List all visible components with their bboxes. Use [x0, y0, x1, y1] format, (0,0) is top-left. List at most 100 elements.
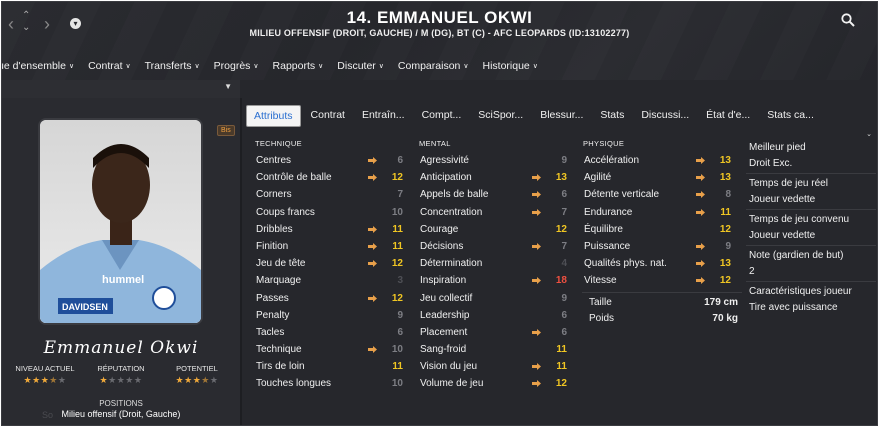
attribute-row[interactable]: Agilité 13 — [580, 169, 735, 186]
attribute-row[interactable]: Agressivité 9 — [416, 152, 571, 169]
attribute-row[interactable]: Penalty 9 — [252, 307, 407, 324]
menu-item[interactable]: Discuter ∨ — [337, 60, 384, 76]
tab-6[interactable]: Stats — [593, 105, 631, 127]
attribute-row[interactable]: Contrôle de balle 12 — [252, 169, 407, 186]
attribute-value: 12 — [391, 258, 403, 270]
detail-block: Temps de jeu réel Joueur vedette — [746, 176, 876, 210]
trend-arrow-icon — [368, 174, 377, 182]
menu-item[interactable]: Rapports ∨ — [273, 60, 324, 76]
attribute-row[interactable]: Jeu collectif 9 — [416, 290, 571, 307]
attribute-label: Décisions — [420, 240, 464, 252]
attribute-row[interactable]: Anticipation 13 — [416, 169, 571, 186]
menu-item[interactable]: Historique ∨ — [483, 60, 538, 76]
collapse-chevron-icon[interactable]: ▼ — [224, 82, 232, 91]
menu-item[interactable]: Contrat ∨ — [88, 60, 131, 76]
attribute-row[interactable]: Corners 7 — [252, 186, 407, 203]
chevron-down-icon: ∨ — [68, 63, 75, 70]
attribute-row[interactable]: Puissance 9 — [580, 238, 735, 255]
attribute-value: 12 — [719, 275, 731, 287]
attribute-row[interactable]: Leadership 6 — [416, 307, 571, 324]
player-signature: Emmanuel Okwi — [43, 338, 199, 358]
attribute-row[interactable]: Touches longues 10 — [252, 375, 407, 392]
attribute-row[interactable]: Tacles 6 — [252, 324, 407, 341]
attribute-label: Penalty — [256, 309, 290, 321]
tab-4[interactable]: SciSpor... — [471, 105, 530, 127]
attribute-row[interactable]: Finition 11 — [252, 238, 407, 255]
profile-tabs: Attributs Contrat Entraîn... Compt... SciSpo… — [246, 105, 824, 127]
tab-2[interactable]: Entraîn... — [355, 105, 412, 127]
attribute-value: 11 — [720, 206, 731, 218]
attribute-row[interactable]: Passes 12 — [252, 290, 407, 307]
attribute-row[interactable]: Technique 10 — [252, 341, 407, 358]
attribute-row[interactable]: Jeu de tête 12 — [252, 255, 407, 272]
rating-0: NIVEAU ACTUEL ★★★★★ — [10, 364, 80, 386]
attribute-row[interactable]: Concentration 7 — [416, 204, 571, 221]
menu-item[interactable]: Transferts ∨ — [145, 60, 200, 76]
attribute-label: Accélération — [584, 155, 640, 166]
attribute-row[interactable]: Équilibre 12 — [580, 221, 735, 238]
attribute-value: 12 — [391, 292, 403, 304]
positions-value: Milieu offensif (Droit, Gauche) — [61, 409, 181, 419]
chevron-down-icon[interactable]: ⌄ — [866, 130, 872, 138]
attribute-row[interactable]: Vision du jeu 11 — [416, 358, 571, 375]
attribute-row[interactable]: Centres 6 — [252, 152, 407, 169]
attribute-value: 6 — [397, 155, 403, 166]
attribute-row[interactable]: Courage 12 — [416, 221, 571, 238]
trend-arrow-icon — [368, 260, 377, 268]
rating-1: RÉPUTATION ★★★★★ — [86, 364, 156, 386]
tab-1[interactable]: Contrat — [304, 105, 352, 127]
search-icon[interactable] — [841, 13, 855, 27]
attribute-label: Leadership — [420, 309, 470, 321]
menu-item[interactable]: ue d'ensemble ∨ — [2, 60, 75, 76]
tab-7[interactable]: Discussi... — [634, 105, 696, 127]
chevron-down-icon: ∨ — [463, 63, 469, 70]
attribute-row[interactable]: Décisions 7 — [416, 238, 571, 255]
attribute-row[interactable]: Vitesse 12 — [580, 272, 735, 289]
attribute-row[interactable]: Tirs de loin 11 — [252, 358, 407, 375]
attribute-row[interactable]: Appels de balle 6 — [416, 186, 571, 203]
menu-item[interactable]: Comparaison ∨ — [398, 60, 469, 76]
attribute-row[interactable]: Endurance 11 — [580, 204, 735, 221]
attribute-label: Jeu de tête — [256, 258, 306, 270]
attribute-row[interactable]: Inspiration 18 — [416, 272, 571, 289]
attribute-row[interactable]: Qualités phys. nat. 13 — [580, 255, 735, 272]
attribute-row[interactable]: Dribbles 11 — [252, 221, 407, 238]
trend-arrow-icon — [696, 242, 705, 250]
attribute-row[interactable]: Détermination 4 — [416, 255, 571, 272]
attr-column-mental: MENTAL Agressivité 9 Anticipation 13 Appels d… — [416, 139, 571, 393]
trend-arrow-icon — [532, 380, 541, 388]
attribute-value: 10 — [391, 206, 403, 218]
tab-5[interactable]: Blessur... — [533, 105, 590, 127]
detail-block: Caractéristiques joueur Tire avec puissan… — [746, 284, 876, 317]
attribute-row[interactable]: Volume de jeu 12 — [416, 375, 571, 392]
attribute-value: 4 — [561, 258, 567, 270]
tab-8[interactable]: État d'e... — [699, 105, 757, 127]
attribute-value: 11 — [556, 344, 567, 356]
info-label: Taille — [589, 297, 612, 308]
attribute-value: 11 — [392, 223, 403, 235]
attribute-row[interactable]: Sang-froid 11 — [416, 341, 571, 358]
column-heading: PHYSIQUE — [583, 139, 625, 148]
chevron-down-icon: ∨ — [125, 63, 131, 70]
attribute-row[interactable]: Marquage 3 — [252, 272, 407, 289]
chevron-down-icon: ∨ — [194, 63, 200, 70]
detail-title: Temps de jeu réel — [749, 178, 828, 189]
tab-9[interactable]: Stats ca... — [760, 105, 821, 127]
attribute-row[interactable]: Placement 6 — [416, 324, 571, 341]
tab-0[interactable]: Attributs — [246, 105, 301, 127]
svg-text:hummel: hummel — [102, 274, 144, 286]
attribute-row[interactable]: Accélération 13 — [580, 152, 735, 169]
detail-value: Tire avec puissance — [749, 301, 838, 313]
tab-3[interactable]: Compt... — [415, 105, 469, 127]
detail-value: Joueur vedette — [749, 229, 816, 241]
rating-label: RÉPUTATION — [97, 364, 145, 373]
attribute-row[interactable]: Coups francs 10 — [252, 204, 407, 221]
trend-arrow-icon — [696, 277, 705, 285]
attribute-row[interactable]: Détente verticale 8 — [580, 186, 735, 203]
attribute-value: 12 — [555, 223, 567, 235]
menu-item[interactable]: Progrès ∨ — [214, 60, 259, 76]
attribute-label: Qualités phys. nat. — [584, 258, 667, 270]
attribute-value: 10 — [391, 344, 403, 356]
attribute-label: Jeu collectif — [420, 292, 473, 304]
attribute-label: Corners — [256, 189, 292, 201]
